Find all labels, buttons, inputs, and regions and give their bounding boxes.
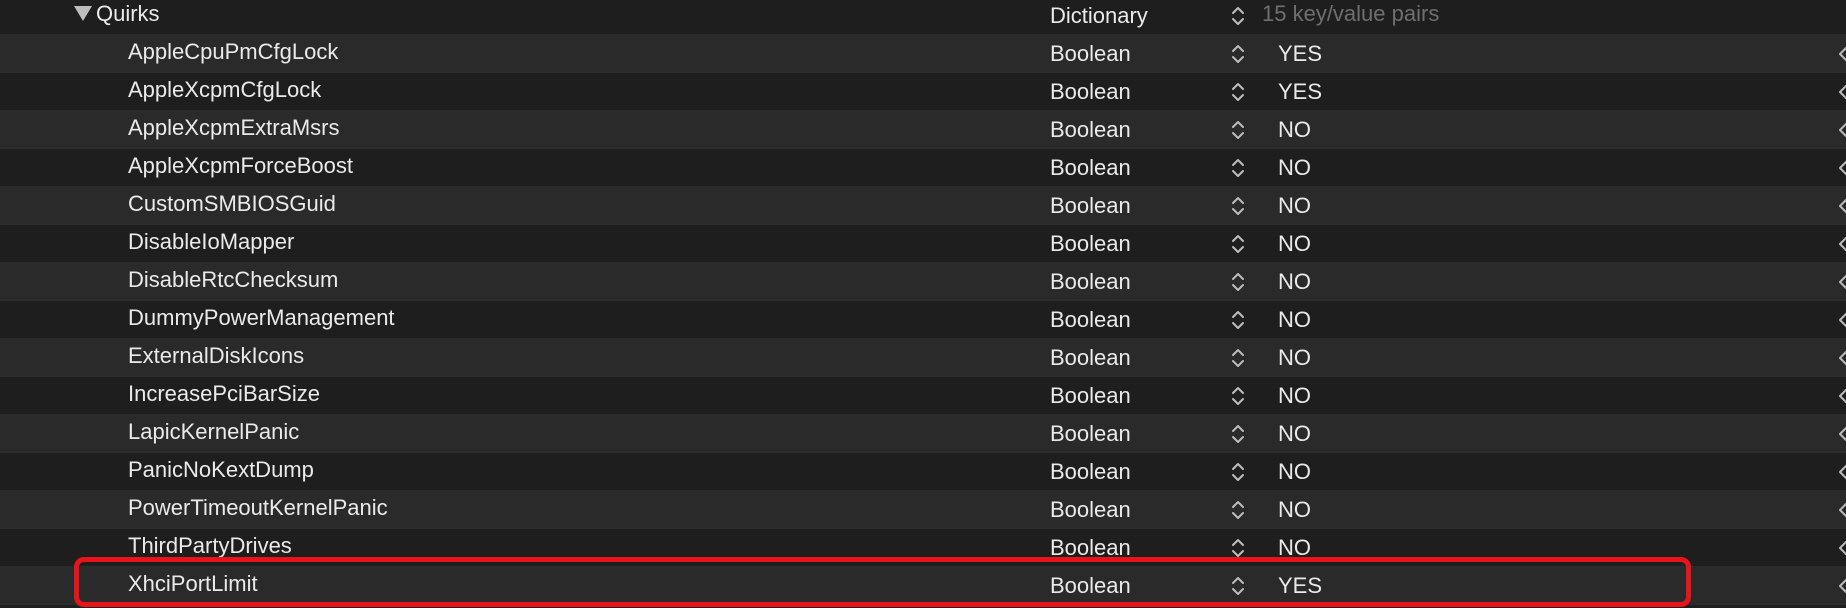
row-key[interactable]: IncreasePciBarSize [128, 377, 320, 415]
row-key[interactable]: PowerTimeoutKernelPanic [128, 491, 388, 529]
row-value[interactable]: YES [1278, 73, 1322, 111]
disclosure-triangle-down-icon[interactable] [74, 6, 92, 21]
quirks-row[interactable]: Quirks Dictionary 15 key/value pairs [0, 0, 1846, 35]
row-type[interactable]: Boolean [1050, 377, 1131, 415]
chevron-left-icon[interactable] [1838, 312, 1846, 328]
row-key[interactable]: Quirks [96, 0, 160, 35]
table-row[interactable]: PowerTimeoutKernelPanic Boolean NO [0, 491, 1846, 529]
chevron-left-icon[interactable] [1838, 122, 1846, 138]
row-type[interactable]: Boolean [1050, 301, 1131, 339]
row-key[interactable]: DummyPowerManagement [128, 301, 395, 339]
chevron-left-icon[interactable] [1838, 350, 1846, 366]
chevron-left-icon[interactable] [1838, 388, 1846, 404]
row-type[interactable]: Boolean [1050, 263, 1131, 301]
chevron-left-icon[interactable] [1838, 160, 1846, 176]
row-value[interactable]: NO [1278, 339, 1311, 377]
table-row[interactable]: AppleXcpmExtraMsrs Boolean NO [0, 111, 1846, 149]
up-down-chevron-icon[interactable] [1230, 157, 1246, 179]
chevron-left-icon[interactable] [1838, 198, 1846, 214]
row-type[interactable]: Boolean [1050, 187, 1131, 225]
table-row[interactable]: DummyPowerManagement Boolean NO [0, 301, 1846, 339]
chevron-left-icon[interactable] [1838, 274, 1846, 290]
up-down-chevron-icon[interactable] [1230, 575, 1246, 597]
up-down-chevron-icon[interactable] [1230, 233, 1246, 255]
row-value[interactable]: NO [1278, 225, 1311, 263]
row-type[interactable]: Boolean [1050, 35, 1131, 73]
table-row[interactable]: ThirdPartyDrives Boolean NO [0, 529, 1846, 567]
up-down-chevron-icon[interactable] [1230, 423, 1246, 445]
row-value[interactable]: NO [1278, 453, 1311, 491]
table-row[interactable]: AppleCpuPmCfgLock Boolean YES [0, 35, 1846, 73]
up-down-chevron-icon[interactable] [1230, 461, 1246, 483]
row-key[interactable]: AppleXcpmCfgLock [128, 73, 321, 111]
row-value[interactable]: NO [1278, 377, 1311, 415]
row-key[interactable]: LapicKernelPanic [128, 415, 299, 453]
table-row[interactable]: XhciPortLimit Boolean YES [0, 567, 1846, 605]
up-down-chevron-icon[interactable] [1230, 499, 1246, 521]
table-row[interactable]: AppleXcpmForceBoost Boolean NO [0, 149, 1846, 187]
table-row[interactable]: AppleXcpmCfgLock Boolean YES [0, 73, 1846, 111]
row-value[interactable]: NO [1278, 491, 1311, 529]
up-down-chevron-icon[interactable] [1230, 309, 1246, 331]
up-down-chevron-icon[interactable] [1230, 385, 1246, 407]
row-key[interactable]: ThirdPartyDrives [128, 529, 292, 567]
row-key[interactable]: XhciPortLimit [128, 567, 258, 605]
table-row[interactable]: ExternalDiskIcons Boolean NO [0, 339, 1846, 377]
row-value[interactable]: NO [1278, 149, 1311, 187]
table-row[interactable]: DisableIoMapper Boolean NO [0, 225, 1846, 263]
row-key[interactable]: PanicNoKextDump [128, 453, 314, 491]
row-value-summary: 15 key/value pairs [1262, 1, 1440, 26]
row-key[interactable]: DisableRtcChecksum [128, 263, 338, 301]
up-down-chevron-icon[interactable] [1230, 271, 1246, 293]
row-type[interactable]: Boolean [1050, 149, 1131, 187]
row-value[interactable]: YES [1278, 35, 1322, 73]
up-down-chevron-icon[interactable] [1230, 537, 1246, 559]
row-type[interactable]: Boolean [1050, 111, 1131, 149]
up-down-chevron-icon[interactable] [1230, 347, 1246, 369]
table-row[interactable]: DisableRtcChecksum Boolean NO [0, 263, 1846, 301]
row-key[interactable]: AppleXcpmForceBoost [128, 149, 353, 187]
up-down-chevron-icon[interactable] [1230, 43, 1246, 65]
chevron-left-icon[interactable] [1838, 464, 1846, 480]
chevron-left-icon[interactable] [1838, 84, 1846, 100]
row-type[interactable]: Boolean [1050, 225, 1131, 263]
row-type[interactable]: Boolean [1050, 415, 1131, 453]
row-type[interactable]: Dictionary [1050, 0, 1148, 35]
row-value[interactable]: NO [1278, 301, 1311, 339]
row-key[interactable]: AppleCpuPmCfgLock [128, 35, 338, 73]
chevron-left-icon[interactable] [1838, 236, 1846, 252]
chevron-left-icon[interactable] [1838, 540, 1846, 556]
plist-editor: Quirks Dictionary 15 key/value pairs App… [0, 0, 1846, 608]
row-value[interactable]: YES [1278, 567, 1322, 605]
up-down-chevron-icon[interactable] [1230, 195, 1246, 217]
row-value[interactable]: NO [1278, 415, 1311, 453]
row-type[interactable]: Boolean [1050, 73, 1131, 111]
row-key[interactable]: AppleXcpmExtraMsrs [128, 111, 340, 149]
row-type[interactable]: Boolean [1050, 567, 1131, 605]
chevron-left-icon[interactable] [1838, 578, 1846, 594]
chevron-left-icon[interactable] [1838, 502, 1846, 518]
row-type[interactable]: Boolean [1050, 453, 1131, 491]
row-key[interactable]: DisableIoMapper [128, 225, 294, 263]
row-value[interactable]: NO [1278, 187, 1311, 225]
row-value[interactable]: NO [1278, 111, 1311, 149]
up-down-chevron-icon[interactable] [1230, 119, 1246, 141]
up-down-chevron-icon[interactable] [1230, 81, 1246, 103]
row-key[interactable]: ExternalDiskIcons [128, 339, 304, 377]
chevron-left-icon[interactable] [1838, 46, 1846, 62]
table-row[interactable]: PanicNoKextDump Boolean NO [0, 453, 1846, 491]
row-key[interactable]: CustomSMBIOSGuid [128, 187, 336, 225]
row-type[interactable]: Boolean [1050, 339, 1131, 377]
row-value[interactable]: NO [1278, 263, 1311, 301]
row-type[interactable]: Boolean [1050, 529, 1131, 567]
row-value[interactable]: NO [1278, 529, 1311, 567]
chevron-left-icon[interactable] [1838, 426, 1846, 442]
table-row[interactable]: CustomSMBIOSGuid Boolean NO [0, 187, 1846, 225]
table-row[interactable]: LapicKernelPanic Boolean NO [0, 415, 1846, 453]
up-down-chevron-icon[interactable] [1230, 5, 1246, 27]
row-type[interactable]: Boolean [1050, 491, 1131, 529]
table-row[interactable]: IncreasePciBarSize Boolean NO [0, 377, 1846, 415]
